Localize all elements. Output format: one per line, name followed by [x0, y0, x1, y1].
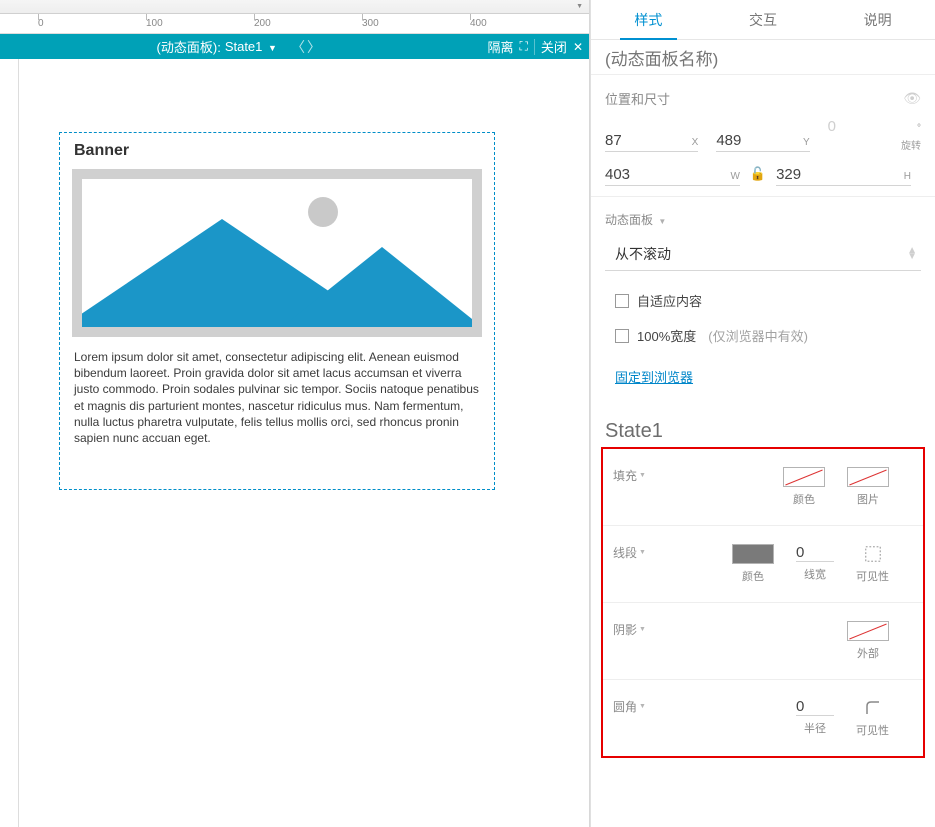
- image-placeholder: [72, 169, 482, 337]
- width-input[interactable]: [605, 166, 653, 183]
- line-color-control[interactable]: 颜色: [732, 544, 774, 584]
- separator: [534, 39, 535, 55]
- close-icon[interactable]: ✕: [573, 40, 583, 54]
- canvas-page[interactable]: Banner Lorem ipsum dolor sit amet, conse…: [19, 59, 589, 827]
- state-dropdown[interactable]: State1 ▼: [225, 39, 277, 54]
- chevron-down-icon: ▼: [268, 43, 277, 53]
- banner-title: Banner: [60, 133, 494, 169]
- stepper-icon: ▲▼: [907, 248, 917, 260]
- mountain-shape: [282, 247, 482, 327]
- fill-image-control[interactable]: 图片: [847, 467, 889, 507]
- inspector-tabs: 样式 交互 说明: [591, 0, 935, 40]
- focus-icon[interactable]: ⛶: [520, 39, 528, 54]
- corner-icon: [863, 698, 883, 718]
- position-size-title: 位置和尺寸: [605, 89, 670, 108]
- horizontal-ruler: 0 100 200 300 400: [0, 14, 589, 34]
- radius-visibility-control[interactable]: 可见性: [856, 698, 889, 738]
- dynamic-panel-section-title: 动态面板: [605, 213, 653, 227]
- lock-icon[interactable]: 🔓: [750, 166, 766, 186]
- highlighted-style-section: 填充▼ 颜色 图片 线段▼: [601, 447, 925, 758]
- widget-name-input[interactable]: [605, 50, 921, 70]
- line-width-input[interactable]: [796, 544, 834, 562]
- full-width-checkbox[interactable]: [615, 329, 629, 343]
- swatch-icon: [847, 467, 889, 487]
- x-input[interactable]: [605, 132, 653, 149]
- panel-edit-bar: (动态面板): State1 ▼ 〈 〉 隔离 ⛶ 关闭 ✕: [0, 34, 589, 59]
- dynamic-panel-widget[interactable]: Banner Lorem ipsum dolor sit amet, conse…: [59, 132, 495, 490]
- line-width-control[interactable]: 线宽: [796, 544, 834, 584]
- swatch-icon: [783, 467, 825, 487]
- pin-to-browser-link[interactable]: 固定到浏览器: [615, 361, 703, 392]
- tab-notes[interactable]: 说明: [820, 0, 935, 39]
- rotation-input[interactable]: [828, 118, 876, 135]
- swatch-icon: [732, 544, 774, 564]
- scroll-behavior-select[interactable]: 从不滚动 ▲▼: [605, 238, 921, 271]
- prev-state-button[interactable]: 〈: [291, 37, 305, 57]
- line-visibility-control[interactable]: 可见性: [856, 544, 889, 584]
- swatch-icon: [847, 621, 889, 641]
- radius-input[interactable]: [796, 698, 834, 716]
- inspector-panel: 样式 交互 说明 位置和尺寸 👁 X Y ° 旋转: [590, 0, 935, 827]
- height-input[interactable]: [776, 166, 824, 183]
- visibility-icon[interactable]: 👁: [903, 90, 921, 107]
- fill-color-control[interactable]: 颜色: [783, 467, 825, 507]
- vertical-ruler: [0, 59, 19, 827]
- close-button[interactable]: 关闭: [541, 37, 567, 56]
- isolate-button[interactable]: 隔离: [488, 37, 514, 56]
- shadow-outer-control[interactable]: 外部: [847, 621, 889, 661]
- tab-style[interactable]: 样式: [591, 0, 706, 39]
- corner-radius-control[interactable]: 半径: [796, 698, 834, 738]
- y-input[interactable]: [716, 132, 764, 149]
- chevron-down-icon: ▼: [576, 3, 583, 10]
- top-dropdown-bar[interactable]: ▼: [0, 0, 589, 14]
- lorem-text: Lorem ipsum dolor sit amet, consectetur …: [60, 337, 494, 458]
- border-visibility-icon: [863, 544, 883, 564]
- chevron-down-icon: ▼: [658, 217, 666, 226]
- panel-type-label: (动态面板):: [157, 37, 221, 56]
- next-state-button[interactable]: 〉: [307, 37, 321, 57]
- tab-interactions[interactable]: 交互: [706, 0, 821, 39]
- canvas-area: ▼ 0 100 200 300 400 (动态面板): State1 ▼ 〈 〉…: [0, 0, 590, 827]
- state-section-title: State1: [591, 406, 935, 443]
- fit-content-checkbox[interactable]: [615, 294, 629, 308]
- rotation-label: 旋转: [828, 137, 921, 152]
